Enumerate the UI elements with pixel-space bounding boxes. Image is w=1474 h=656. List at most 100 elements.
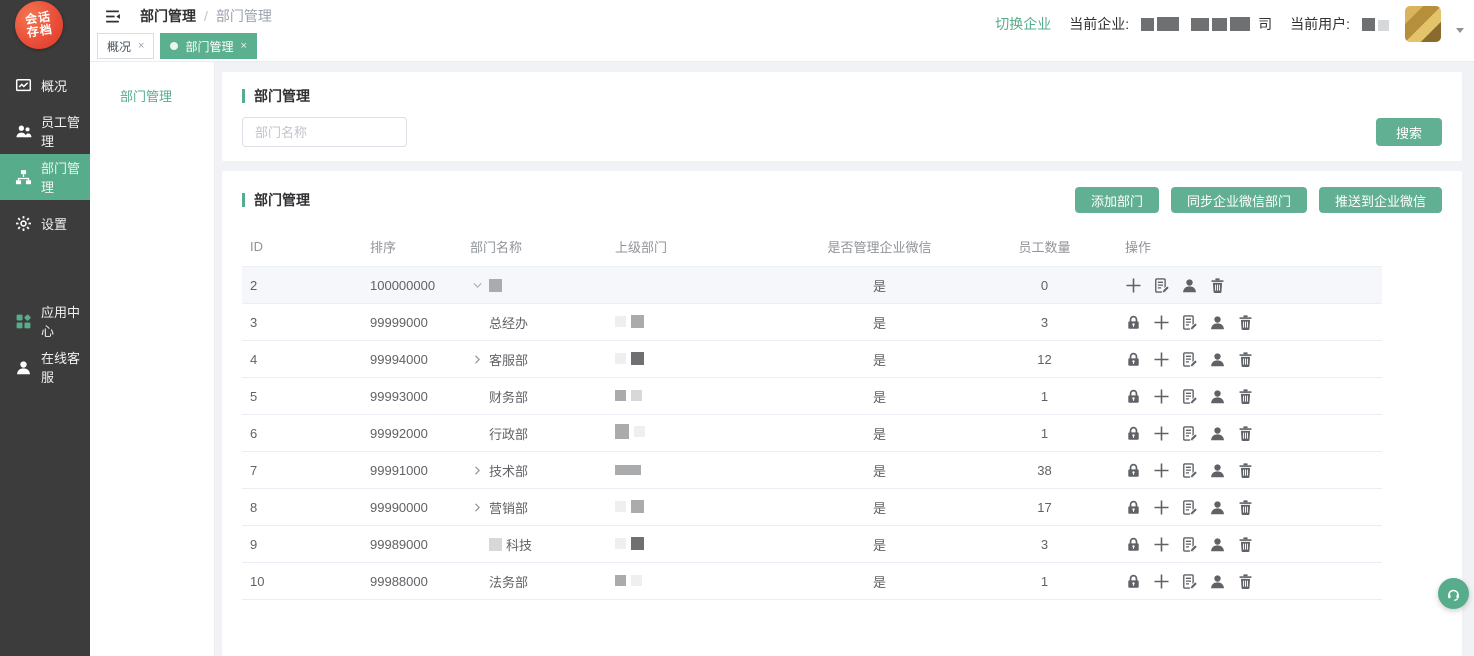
table-row[interactable]: 10 99988000 法务部 是 1 <box>242 563 1382 600</box>
main-sidebar: 会话 存档 概况 员工管理 部门管理 设置 应用中心 在线客服 <box>0 0 90 656</box>
switch-company-link[interactable]: 切换企业 <box>995 14 1051 34</box>
add-child-icon[interactable] <box>1153 536 1170 553</box>
delete-icon[interactable] <box>1237 536 1254 553</box>
table-row[interactable]: 7 99991000 技术部 是 38 <box>242 452 1382 489</box>
overview-chart-icon <box>15 77 32 94</box>
table-row[interactable]: 2 100000000 是 0 <box>242 267 1382 304</box>
redacted-parent-department <box>615 390 642 401</box>
table-row[interactable]: 4 99994000 客服部 是 12 <box>242 341 1382 378</box>
sidebar-item-settings[interactable]: 设置 <box>0 200 90 246</box>
table-row[interactable]: 8 99990000 营销部 是 17 <box>242 489 1382 526</box>
table-panel-title: 部门管理 <box>254 190 310 210</box>
department-name: 科技 <box>506 535 532 554</box>
redacted-name-prefix <box>489 538 502 551</box>
department-name: 客服部 <box>489 350 528 369</box>
edit-icon[interactable] <box>1181 388 1198 405</box>
edit-icon[interactable] <box>1181 462 1198 479</box>
sync-wecom-departments-button[interactable]: 同步企业微信部门 <box>1171 187 1307 213</box>
chevron-right-icon[interactable] <box>470 500 485 515</box>
table-row[interactable]: 9 99989000 科技 是 3 <box>242 526 1382 563</box>
sidebar-item-overview[interactable]: 概况 <box>0 62 90 108</box>
add-child-icon[interactable] <box>1153 425 1170 442</box>
breadcrumb-separator: / <box>204 8 208 24</box>
submenu-item-department-management[interactable]: 部门管理 <box>90 80 214 111</box>
edit-icon[interactable] <box>1181 499 1198 516</box>
members-icon[interactable] <box>1209 536 1226 553</box>
tab-department-management[interactable]: 部门管理 × <box>160 33 256 59</box>
chevron-down-icon[interactable] <box>470 278 485 293</box>
customer-service-button[interactable] <box>1438 578 1469 609</box>
col-id: ID <box>242 227 362 267</box>
sidebar-spacer <box>0 246 90 298</box>
user-avatar[interactable] <box>1405 6 1441 42</box>
delete-icon[interactable] <box>1237 499 1254 516</box>
department-name: 行政部 <box>489 424 528 443</box>
lock-icon[interactable] <box>1125 314 1142 331</box>
edit-icon[interactable] <box>1181 351 1198 368</box>
lock-icon[interactable] <box>1125 573 1142 590</box>
members-icon[interactable] <box>1209 573 1226 590</box>
tab-overview[interactable]: 概况 × <box>97 33 154 59</box>
sidebar-fold-icon[interactable] <box>102 6 122 26</box>
add-child-icon[interactable] <box>1153 462 1170 479</box>
lock-icon[interactable] <box>1125 388 1142 405</box>
delete-icon[interactable] <box>1237 462 1254 479</box>
members-icon[interactable] <box>1209 499 1226 516</box>
add-child-icon[interactable] <box>1125 277 1142 294</box>
members-icon[interactable] <box>1181 277 1198 294</box>
push-to-wecom-button[interactable]: 推送到企业微信 <box>1319 187 1442 213</box>
members-icon[interactable] <box>1209 388 1226 405</box>
table-row[interactable]: 3 99999000 总经办 是 3 <box>242 304 1382 341</box>
members-icon[interactable] <box>1209 425 1226 442</box>
caret-down-icon[interactable] <box>1456 28 1464 33</box>
members-icon[interactable] <box>1209 462 1226 479</box>
add-department-button[interactable]: 添加部门 <box>1075 187 1159 213</box>
sidebar-item-label: 员工管理 <box>41 112 90 150</box>
sidebar-item-label: 设置 <box>41 214 67 233</box>
delete-icon[interactable] <box>1237 351 1254 368</box>
delete-icon[interactable] <box>1237 425 1254 442</box>
lock-icon[interactable] <box>1125 499 1142 516</box>
sidebar-item-department-management[interactable]: 部门管理 <box>0 154 90 200</box>
app-window: 会话 存档 概况 员工管理 部门管理 设置 应用中心 在线客服 <box>0 0 1474 656</box>
lock-icon[interactable] <box>1125 462 1142 479</box>
logo-text-line2: 存档 <box>26 23 54 39</box>
close-icon[interactable]: × <box>138 40 144 52</box>
department-name: 技术部 <box>489 461 528 480</box>
delete-icon[interactable] <box>1237 314 1254 331</box>
close-icon[interactable]: × <box>240 40 246 52</box>
edit-icon[interactable] <box>1181 536 1198 553</box>
department-name-input[interactable] <box>242 117 407 147</box>
breadcrumb-root[interactable]: 部门管理 <box>140 6 196 26</box>
members-icon[interactable] <box>1209 314 1226 331</box>
add-child-icon[interactable] <box>1153 314 1170 331</box>
col-parent: 上级部门 <box>607 227 787 267</box>
sidebar-item-app-center[interactable]: 应用中心 <box>0 298 90 344</box>
members-icon[interactable] <box>1209 351 1226 368</box>
delete-icon[interactable] <box>1209 277 1226 294</box>
search-button[interactable]: 搜索 <box>1376 118 1442 146</box>
add-child-icon[interactable] <box>1153 573 1170 590</box>
chevron-right-icon[interactable] <box>470 463 485 478</box>
add-child-icon[interactable] <box>1153 388 1170 405</box>
title-accent-bar <box>242 193 245 207</box>
edit-icon[interactable] <box>1181 573 1198 590</box>
sidebar-item-staff-management[interactable]: 员工管理 <box>0 108 90 154</box>
table-row[interactable]: 5 99993000 财务部 是 1 <box>242 378 1382 415</box>
sidebar-item-online-service[interactable]: 在线客服 <box>0 344 90 390</box>
add-child-icon[interactable] <box>1153 499 1170 516</box>
add-child-icon[interactable] <box>1153 351 1170 368</box>
delete-icon[interactable] <box>1237 573 1254 590</box>
tab-label: 部门管理 <box>185 38 233 55</box>
lock-icon[interactable] <box>1125 351 1142 368</box>
redacted-parent-department <box>615 315 644 328</box>
lock-icon[interactable] <box>1125 536 1142 553</box>
chevron-right-icon[interactable] <box>470 352 485 367</box>
lock-icon[interactable] <box>1125 425 1142 442</box>
edit-icon[interactable] <box>1153 277 1170 294</box>
logo-circle: 会话 存档 <box>12 0 66 52</box>
edit-icon[interactable] <box>1181 425 1198 442</box>
table-row[interactable]: 6 99992000 行政部 是 1 <box>242 415 1382 452</box>
edit-icon[interactable] <box>1181 314 1198 331</box>
delete-icon[interactable] <box>1237 388 1254 405</box>
